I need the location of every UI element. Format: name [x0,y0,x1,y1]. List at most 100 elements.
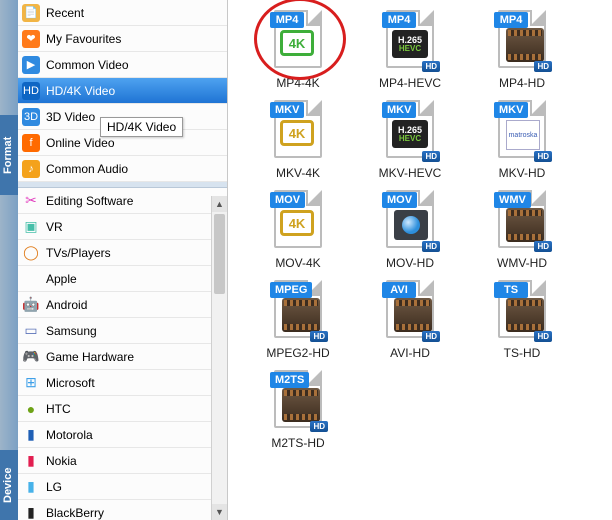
format-label: MP4-HD [499,76,545,90]
category-icon: 📄 [22,4,40,22]
tooltip-hd4k: HD/4K Video [100,117,183,137]
format-icon: MKVH.265HEVCHD [378,98,442,162]
sidebar-item-label: Online Video [46,136,221,150]
format-mp4-4k[interactable]: MP44KMP4-4K [242,8,354,90]
sidebar-item-label: Microsoft [46,376,221,390]
sidebar-item-hd-4k-video[interactable]: HDHD/4K Video [18,78,227,104]
sidebar-list: 📄Recent ❤ My Favourites ▶ Common Video HDHD/4… [18,0,227,520]
category-icon: ❤ [22,30,40,48]
format-avi-hd[interactable]: AVI HD AVI-HD [354,278,466,360]
ext-band: TS [494,282,528,298]
sidebar-item-label: Common Video [46,58,221,72]
format-icon: TSHD [490,278,554,342]
format-wmv-hd[interactable]: WMVHDWMV-HD [466,188,578,270]
sidebar-item-label: HTC [46,402,221,416]
format-m2ts-hd[interactable]: M2TSHDM2TS-HD [242,368,354,450]
category-icon: 3D [22,108,40,126]
format-label: MOV-HD [386,256,434,270]
ext-band: MKV [270,102,304,118]
sidebar-item-label: Nokia [46,454,221,468]
scroll-down-icon[interactable]: ▼ [212,504,227,520]
sidebar-item-label: Android [46,298,221,312]
category-icon: ▣ [22,218,40,236]
ext-band: MKV [494,102,528,118]
sidebar-item-lg[interactable]: ▮LG [18,474,227,500]
format-label: TS-HD [504,346,541,360]
ext-band: M2TS [270,372,309,388]
format-mkv-4k[interactable]: MKV4KMKV-4K [242,98,354,180]
format-icon: MP4H.265HEVCHD [378,8,442,72]
category-icon: 🎮 [22,348,40,366]
category-icon: ● [22,400,40,418]
sidebar-item-label: BlackBerry [46,506,221,520]
format-label: AVI-HD [390,346,430,360]
ext-band: WMV [494,192,531,208]
format-icon: MOVHD [378,188,442,252]
sidebar-item-apple[interactable]: Apple [18,266,227,292]
category-icon: ♪ [22,160,40,178]
ext-band: MPEG [270,282,312,298]
sidebar-item-my-favourites[interactable]: ❤ My Favourites [18,26,227,52]
ext-band: MOV [270,192,305,208]
format-mp4-hevc[interactable]: MP4H.265HEVCHD MP4-HEVC [354,8,466,90]
format-label: MOV-4K [275,256,320,270]
hd-chip: HD [422,151,440,162]
sidebar-item-common-video[interactable]: ▶ Common Video [18,52,227,78]
side-tab-strip: Format Device [0,0,18,520]
format-icon: M2TSHD [266,368,330,432]
ext-band: MP4 [494,12,528,28]
sidebar-item-label: My Favourites [46,32,221,46]
hd-chip: HD [534,151,552,162]
category-icon: f [22,134,40,152]
ext-band: MOV [382,192,417,208]
category-icon: ▭ [22,322,40,340]
format-mkv-hevc[interactable]: MKVH.265HEVCHD MKV-HEVC [354,98,466,180]
format-grid-pane: MP44KMP4-4KMP4H.265HEVCHDMP4-HEVCMP4HDMP… [228,0,612,520]
scroll-thumb[interactable] [214,214,225,294]
format-mkv-hd[interactable]: MKVmatroskaHDMKV-HD [466,98,578,180]
format-icon: MKV4K [266,98,330,162]
sidebar-item-samsung[interactable]: ▭ Samsung [18,318,227,344]
format-mov-4k[interactable]: MOV4K MOV-4K [242,188,354,270]
format-icon: AVI HD [378,278,442,342]
sidebar-item-tvs-players[interactable]: ◯TVs/Players [18,240,227,266]
format-label: MKV-HEVC [379,166,442,180]
sidebar-item-editing-software[interactable]: ✂Editing Software [18,188,227,214]
sidebar-item-label: Samsung [46,324,221,338]
category-icon [22,270,40,288]
category-icon: ▮ [22,426,40,444]
format-mp4-hd[interactable]: MP4HD MP4-HD [466,8,578,90]
format-label: MPEG2-HD [266,346,329,360]
sidebar-item-motorola[interactable]: ▮ Motorola [18,422,227,448]
category-icon: ▮ [22,504,40,520]
sidebar-item-label: Game Hardware [46,350,221,364]
sidebar-scrollbar[interactable]: ▲ ▼ [211,196,227,520]
side-tab-format[interactable]: Format [0,115,18,195]
ext-band: AVI [382,282,416,298]
category-icon: ⊞ [22,374,40,392]
sidebar-item-recent[interactable]: 📄Recent [18,0,227,26]
sidebar-item-blackberry[interactable]: ▮ BlackBerry [18,500,227,520]
category-icon: ▶ [22,56,40,74]
sidebar-item-game-hardware[interactable]: 🎮 Game Hardware [18,344,227,370]
format-mpeg2-hd[interactable]: MPEGHDMPEG2-HD [242,278,354,360]
sidebar-item-microsoft[interactable]: ⊞ Microsoft [18,370,227,396]
format-icon: MOV4K [266,188,330,252]
side-tab-device[interactable]: Device [0,450,18,520]
sidebar-item-nokia[interactable]: ▮Nokia [18,448,227,474]
sidebar-item-label: Apple [46,272,221,286]
sidebar-item-htc[interactable]: ● HTC [18,396,227,422]
scroll-up-icon[interactable]: ▲ [212,196,227,212]
format-ts-hd[interactable]: TSHD TS-HD [466,278,578,360]
sidebar-item-label: Motorola [46,428,221,442]
app-root: Format Device 📄Recent ❤ My Favourites ▶ Comm… [0,0,612,520]
format-mov-hd[interactable]: MOVHD MOV-HD [354,188,466,270]
hd-chip: HD [422,331,440,342]
sidebar-item-label: VR [46,220,221,234]
sidebar-item-label: Common Audio [46,162,221,176]
sidebar-item-android[interactable]: 🤖Android [18,292,227,318]
format-label: MP4-HEVC [379,76,441,90]
sidebar-item-vr[interactable]: ▣ VR [18,214,227,240]
sidebar-item-common-audio[interactable]: ♪ Common Audio [18,156,227,182]
format-icon: MP4HD [490,8,554,72]
